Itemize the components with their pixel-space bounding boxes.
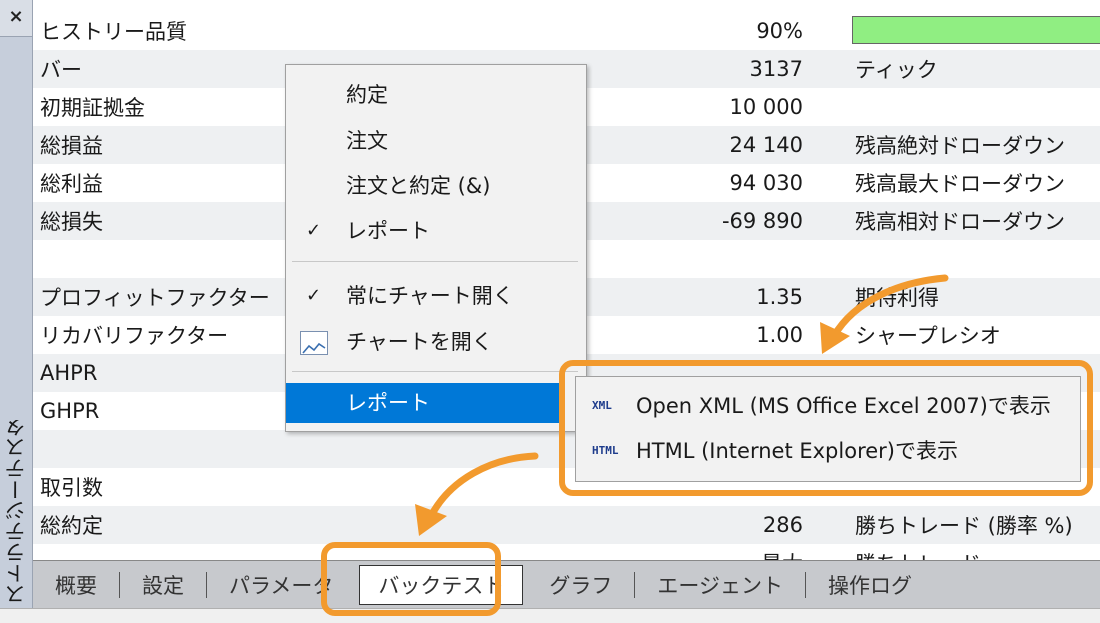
tab-settings[interactable]: 設定 (120, 570, 206, 600)
row-value: 1.35 (756, 285, 803, 309)
menu-label: 注文と約定 (&) (346, 174, 491, 198)
row-right-label: 勝ちトレード (勝率 %) (855, 514, 1073, 538)
row-label: 総約定 (40, 514, 103, 538)
row-value: 3137 (749, 57, 803, 81)
menu-item-open-html[interactable]: HTML HTML (Internet Explorer)で表示 (576, 430, 1076, 472)
menu-label: 常にチャート開く (346, 284, 514, 308)
row-value: 24 140 (729, 133, 803, 157)
row-value: -69 890 (721, 209, 803, 233)
menu-label: HTML (Internet Explorer)で表示 (636, 439, 958, 463)
menu-label: 約定 (346, 83, 388, 107)
row-right-label: 期待利得 (855, 286, 939, 310)
row-right-label: 残高最大ドローダウン (855, 172, 1065, 196)
menu-item-always-open-chart[interactable]: ✓ 常にチャート開く (286, 276, 584, 316)
history-quality-bar (852, 16, 1100, 44)
check-icon: ✓ (306, 220, 322, 241)
context-menu: 約定 注文 注文と約定 (&) ✓ レポート ✓ 常にチャート開く チャートを開く … (285, 64, 587, 432)
row-value: 1.00 (756, 323, 803, 347)
row-label: ヒストリー品質 (40, 20, 187, 44)
row-value: 90% (756, 19, 803, 43)
tab-journal[interactable]: 操作ログ (806, 570, 934, 600)
strategy-tester-sidebar: × ストラテジーテスター (0, 0, 33, 608)
tab-overview[interactable]: 概要 (33, 570, 119, 600)
panel-title: ストラテジーテスター (4, 420, 28, 605)
menu-item-report[interactable]: レポート (286, 383, 560, 423)
row-right-label: シャープレシオ (855, 324, 1001, 348)
menu-item-report-toggle[interactable]: ✓ レポート (286, 211, 584, 251)
xml-icon: XML (592, 399, 612, 412)
tab-backtest[interactable]: バックテスト (359, 565, 524, 605)
tab-agents[interactable]: エージェント (635, 570, 805, 600)
menu-item-orders[interactable]: 注文 (286, 121, 584, 161)
table-row: 最大勝ちトレード (33, 544, 1100, 560)
menu-label: レポート (346, 391, 430, 415)
menu-item-open-xml[interactable]: XML Open XML (MS Office Excel 2007)で表示 (576, 385, 1076, 427)
menu-item-deals[interactable]: 約定 (286, 75, 584, 115)
menu-label: チャートを開く (346, 330, 493, 354)
menu-label: レポート (346, 219, 430, 243)
chart-icon (300, 331, 328, 355)
row-value: 最大 (593, 548, 803, 560)
tab-bar: 概要 設定 パラメータ バックテスト グラフ エージェント 操作ログ (33, 560, 1100, 609)
menu-separator (292, 261, 578, 262)
tab-graph[interactable]: グラフ (527, 570, 634, 600)
row-value: 94 030 (729, 171, 803, 195)
row-value: 286 (762, 513, 803, 537)
check-icon: ✓ (306, 285, 322, 306)
row-right-label: 残高絶対ドローダウン (855, 134, 1065, 158)
menu-separator (292, 371, 578, 372)
row-right-label: 残高相対ドローダウン (855, 210, 1065, 234)
close-icon[interactable]: × (0, 0, 32, 37)
menu-item-orders-deals[interactable]: 注文と約定 (&) (286, 166, 584, 206)
row-right-label: 勝ちトレード (803, 548, 981, 560)
row-right-label: ティック (855, 58, 938, 82)
row-value: 10 000 (729, 95, 803, 119)
report-submenu: XML Open XML (MS Office Excel 2007)で表示 H… (575, 376, 1081, 482)
tab-parameters[interactable]: パラメータ (207, 570, 355, 600)
menu-label: 注文 (346, 129, 388, 153)
html-icon: HTML (592, 444, 619, 457)
menu-item-open-chart[interactable]: チャートを開く (286, 322, 584, 362)
row-label: 取引数 (40, 476, 103, 500)
menu-label: Open XML (MS Office Excel 2007)で表示 (636, 394, 1051, 418)
status-strip (0, 608, 1100, 623)
table-row: 総約定 286 勝ちトレード (勝率 %) (33, 506, 1100, 544)
